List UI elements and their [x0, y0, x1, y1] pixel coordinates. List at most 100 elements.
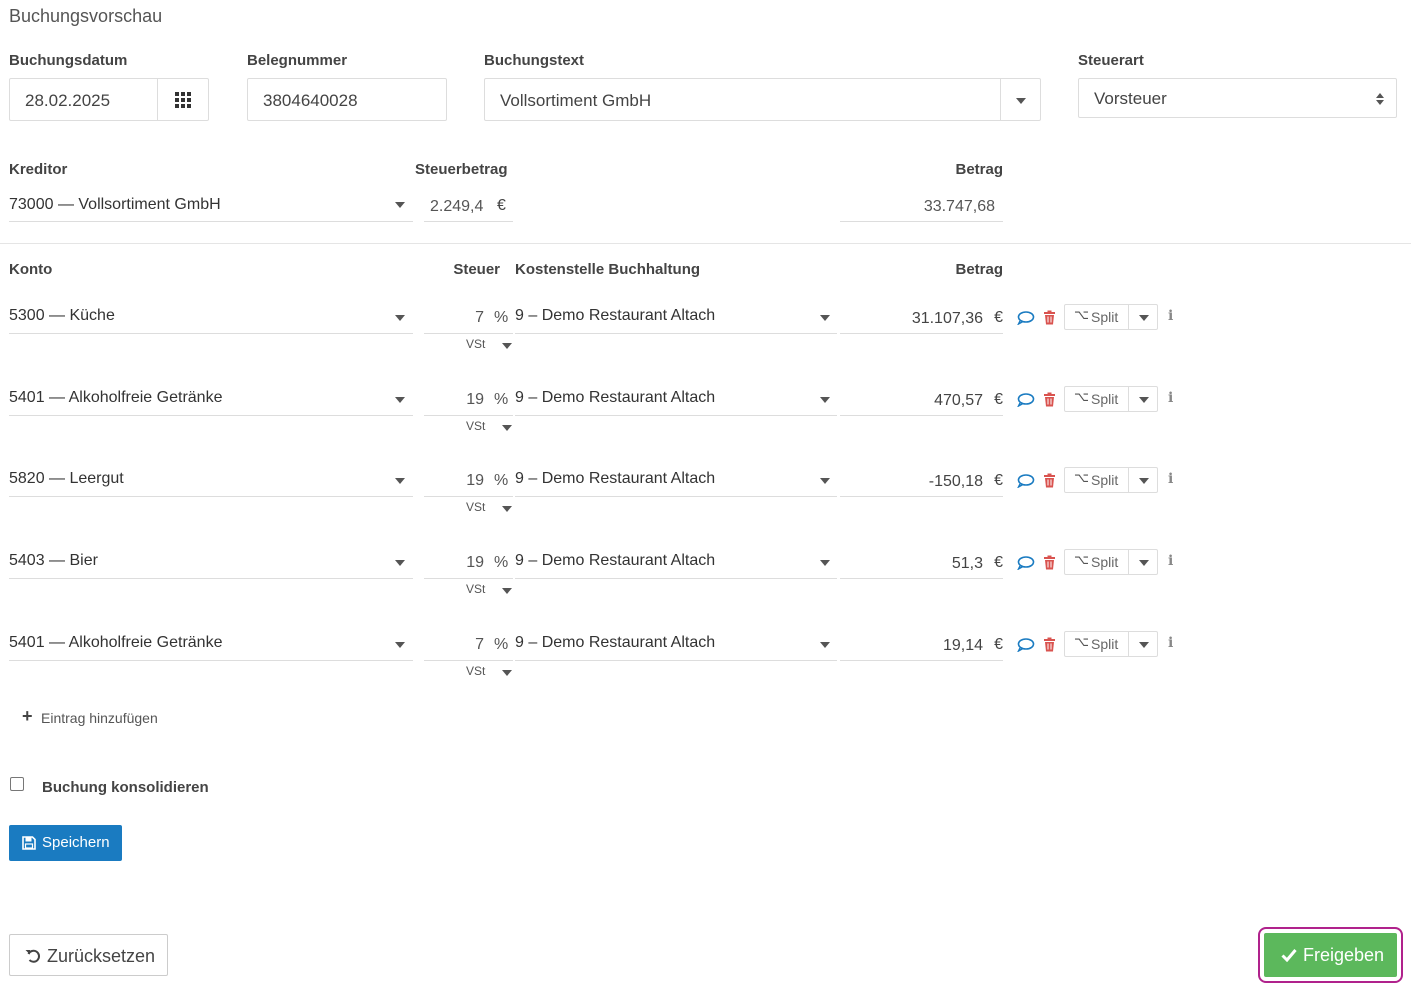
- caret-down-icon: [820, 642, 830, 648]
- tax-type-value: VSt: [466, 500, 486, 514]
- tax-type-value: VSt: [466, 419, 486, 433]
- currency-sign: €: [994, 554, 1003, 571]
- betrag-input[interactable]: 31.107,36 €: [840, 300, 1003, 334]
- caret-down-icon: [1139, 315, 1149, 321]
- split-dropdown-button[interactable]: [1129, 468, 1158, 492]
- split-button[interactable]: ⌥ Split: [1065, 550, 1128, 574]
- steuer-field[interactable]: 19 %: [424, 545, 513, 579]
- split-dropdown-button[interactable]: [1129, 550, 1158, 574]
- currency-sign: €: [994, 472, 1003, 489]
- tax-type-select[interactable]: VSt: [462, 418, 517, 436]
- info-icon[interactable]: i: [1168, 553, 1173, 569]
- betrag-input[interactable]: 470,57 €: [840, 382, 1003, 416]
- info-icon[interactable]: i: [1168, 390, 1173, 406]
- konto-select[interactable]: 5820 — Leergut: [9, 463, 413, 497]
- column-betrag: Betrag: [955, 261, 1003, 278]
- betrag-input[interactable]: -150,18 €: [840, 463, 1003, 497]
- split-button[interactable]: ⌥ Split: [1065, 632, 1128, 656]
- buchungstext-value: Vollsortiment GmbH: [500, 91, 652, 110]
- tax-type-select[interactable]: VSt: [462, 499, 517, 517]
- info-icon[interactable]: i: [1168, 471, 1173, 487]
- info-icon[interactable]: i: [1168, 308, 1173, 324]
- steuer-field[interactable]: 19 %: [424, 382, 513, 416]
- approve-button[interactable]: Freigeben: [1264, 933, 1397, 977]
- betrag-input[interactable]: 19,14 €: [840, 627, 1003, 661]
- tax-type-select[interactable]: VSt: [462, 336, 517, 354]
- tax-type-select[interactable]: VSt: [462, 663, 517, 681]
- split-dropdown-button[interactable]: [1129, 632, 1158, 656]
- save-label: Speichern: [42, 834, 110, 851]
- currency-sign: €: [994, 391, 1003, 408]
- select-arrows-icon: [1376, 93, 1384, 105]
- consolidate-checkbox[interactable]: [10, 777, 24, 791]
- caret-down-icon: [395, 560, 405, 566]
- split-button-group: ⌥ Split: [1064, 304, 1158, 330]
- caret-down-icon: [395, 478, 405, 484]
- save-button[interactable]: Speichern: [9, 825, 122, 861]
- trash-icon[interactable]: [1043, 473, 1056, 488]
- table-row: 5300 — Küche 7 % VSt 9 – Demo Restaurant…: [0, 300, 1200, 360]
- approve-label: Freigeben: [1303, 945, 1385, 965]
- betrag-value: 51,3: [951, 555, 983, 572]
- consolidate-label: Buchung konsolidieren: [42, 779, 209, 796]
- steuerart-select[interactable]: Vorsteuer: [1078, 78, 1397, 118]
- trash-icon[interactable]: [1043, 637, 1056, 652]
- reset-button[interactable]: Zurücksetzen: [9, 934, 168, 976]
- split-icon: ⌥: [1074, 389, 1089, 404]
- kostenstelle-select[interactable]: 9 – Demo Restaurant Altach: [515, 382, 837, 416]
- steuer-value: 7: [475, 636, 484, 653]
- betrag-field[interactable]: 33.747,68: [840, 188, 1003, 222]
- table-row: 5401 — Alkoholfreie Getränke 7 % VSt 9 –…: [0, 627, 1200, 687]
- trash-icon[interactable]: [1043, 392, 1056, 407]
- buchungstext-dropdown-button[interactable]: [1001, 79, 1041, 120]
- comment-icon[interactable]: [1017, 638, 1035, 652]
- comment-icon[interactable]: [1017, 474, 1035, 488]
- betrag-value: 31.107,36: [911, 310, 983, 327]
- comment-icon[interactable]: [1017, 311, 1035, 325]
- steuerart-value: Vorsteuer: [1094, 89, 1167, 108]
- split-button[interactable]: ⌥ Split: [1065, 468, 1128, 492]
- split-button-group: ⌥ Split: [1064, 631, 1158, 657]
- comment-icon[interactable]: [1017, 556, 1035, 570]
- steuer-field[interactable]: 19 %: [424, 463, 513, 497]
- trash-icon[interactable]: [1043, 310, 1056, 325]
- steuer-field[interactable]: 7 %: [424, 300, 513, 334]
- kostenstelle-select[interactable]: 9 – Demo Restaurant Altach: [515, 463, 837, 497]
- kostenstelle-value: 9 – Demo Restaurant Altach: [515, 307, 716, 324]
- kreditor-select[interactable]: 73000 — Vollsortiment GmbH: [9, 188, 413, 222]
- split-dropdown-button[interactable]: [1129, 305, 1158, 329]
- steuer-value: 19: [466, 472, 484, 489]
- konto-select[interactable]: 5403 — Bier: [9, 545, 413, 579]
- caret-down-icon: [502, 425, 512, 431]
- steuerbetrag-field[interactable]: 2.249,4 €: [424, 188, 513, 222]
- comment-icon[interactable]: [1017, 393, 1035, 407]
- kostenstelle-select[interactable]: 9 – Demo Restaurant Altach: [515, 545, 837, 579]
- page-title: Buchungsvorschau: [9, 6, 163, 26]
- kostenstelle-select[interactable]: 9 – Demo Restaurant Altach: [515, 627, 837, 661]
- belegnummer-value: 3804640028: [263, 91, 358, 110]
- konto-select[interactable]: 5401 — Alkoholfreie Getränke: [9, 627, 413, 661]
- split-label: Split: [1091, 636, 1119, 652]
- split-icon: ⌥: [1074, 552, 1089, 567]
- belegnummer-field[interactable]: 3804640028: [247, 78, 447, 121]
- trash-icon[interactable]: [1043, 555, 1056, 570]
- tax-type-select[interactable]: VSt: [462, 581, 517, 599]
- split-button[interactable]: ⌥ Split: [1065, 387, 1128, 411]
- konto-select[interactable]: 5300 — Küche: [9, 300, 413, 334]
- caret-down-icon: [1139, 397, 1149, 403]
- percent-sign: %: [494, 309, 509, 326]
- buchungstext-field[interactable]: Vollsortiment GmbH: [484, 78, 1041, 121]
- konto-select[interactable]: 5401 — Alkoholfreie Getränke: [9, 382, 413, 416]
- caret-down-icon: [502, 343, 512, 349]
- betrag-input[interactable]: 51,3 €: [840, 545, 1003, 579]
- steuer-field[interactable]: 7 %: [424, 627, 513, 661]
- split-dropdown-button[interactable]: [1129, 387, 1158, 411]
- buchungsdatum-field[interactable]: 28.02.2025: [9, 78, 209, 121]
- kostenstelle-select[interactable]: 9 – Demo Restaurant Altach: [515, 300, 837, 334]
- table-row: 5401 — Alkoholfreie Getränke 19 % VSt 9 …: [0, 382, 1200, 442]
- betrag-value: 33.747,68: [923, 198, 995, 215]
- calendar-button[interactable]: [158, 79, 209, 120]
- kostenstelle-value: 9 – Demo Restaurant Altach: [515, 389, 716, 406]
- split-button[interactable]: ⌥ Split: [1065, 305, 1128, 329]
- info-icon[interactable]: i: [1168, 635, 1173, 651]
